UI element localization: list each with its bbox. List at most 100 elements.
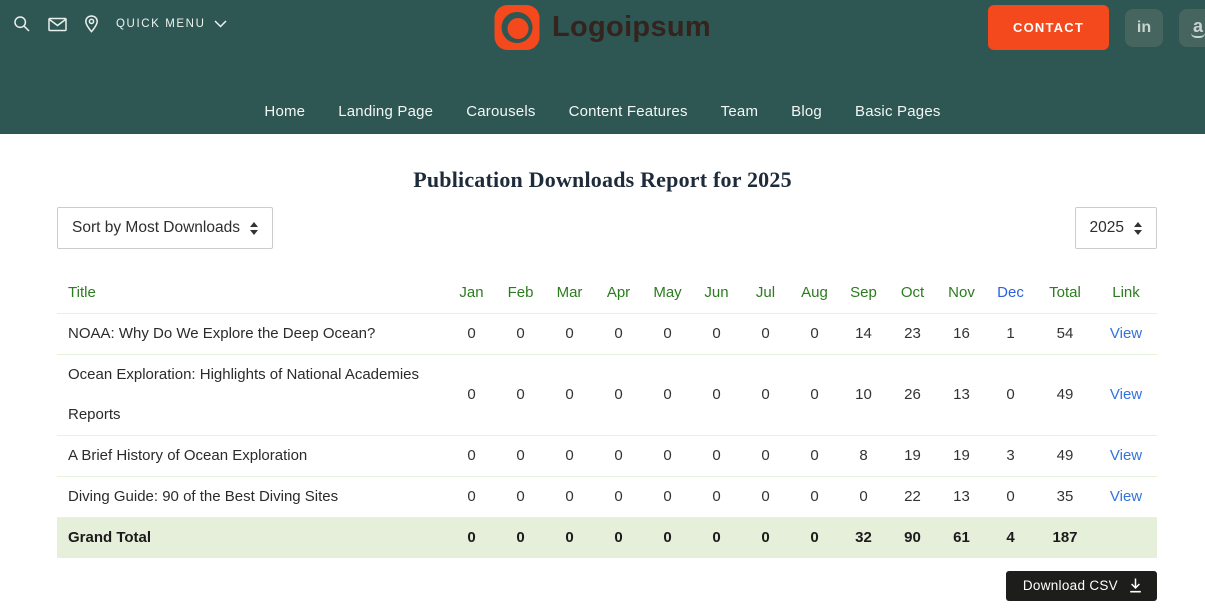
quick-menu-label: QUICK MENU — [116, 18, 205, 30]
amazon-smile — [1191, 33, 1205, 38]
row-link-cell: View — [1095, 314, 1157, 355]
month-value: 0 — [741, 314, 790, 355]
month-value: 13 — [937, 477, 986, 518]
month-value: 19 — [937, 436, 986, 477]
row-total: 49 — [1035, 355, 1095, 436]
mail-icon[interactable] — [48, 17, 67, 32]
grand-month-value: 0 — [447, 518, 496, 559]
table-row: Diving Guide: 90 of the Best Diving Site… — [57, 477, 1157, 518]
row-total: 49 — [1035, 436, 1095, 477]
month-value: 0 — [496, 355, 545, 436]
nav-item-home[interactable]: Home — [264, 103, 305, 120]
view-link[interactable]: View — [1110, 386, 1142, 403]
linkedin-icon[interactable]: in — [1125, 9, 1163, 47]
col-header-oct: Oct — [888, 273, 937, 314]
month-value: 0 — [496, 436, 545, 477]
month-value: 0 — [692, 314, 741, 355]
row-total: 35 — [1035, 477, 1095, 518]
contact-button[interactable]: CONTACT — [988, 5, 1109, 50]
downloads-table: TitleJanFebMarAprMayJunJulAugSepOctNovDe… — [57, 273, 1157, 558]
nav-item-blog[interactable]: Blog — [791, 103, 822, 120]
month-value: 0 — [741, 355, 790, 436]
sort-select[interactable]: Sort by Most Downloads — [57, 207, 273, 249]
month-value: 3 — [986, 436, 1035, 477]
nav-item-landing-page[interactable]: Landing Page — [338, 103, 433, 120]
view-link[interactable]: View — [1110, 325, 1142, 342]
month-value: 0 — [594, 314, 643, 355]
grand-month-value: 0 — [790, 518, 839, 559]
month-value: 0 — [741, 436, 790, 477]
logo-icon — [494, 5, 539, 50]
month-value: 0 — [545, 477, 594, 518]
month-value: 0 — [447, 355, 496, 436]
nav-item-content-features[interactable]: Content Features — [569, 103, 688, 120]
main-nav: Home Landing Page Carousels Content Feature… — [0, 103, 1205, 121]
col-header-link: Link — [1095, 273, 1157, 314]
year-select[interactable]: 2025 — [1075, 207, 1157, 249]
month-value: 0 — [594, 477, 643, 518]
nav-item-carousels[interactable]: Carousels — [466, 103, 535, 120]
row-title: Diving Guide: 90 of the Best Diving Site… — [57, 477, 447, 518]
month-value: 0 — [447, 436, 496, 477]
month-value: 14 — [839, 314, 888, 355]
amazon-icon[interactable]: a — [1179, 9, 1205, 47]
view-link[interactable]: View — [1110, 447, 1142, 464]
month-value: 0 — [643, 477, 692, 518]
row-total: 54 — [1035, 314, 1095, 355]
month-value: 26 — [888, 355, 937, 436]
month-value: 13 — [937, 355, 986, 436]
search-icon[interactable] — [13, 15, 31, 33]
table-row: NOAA: Why Do We Explore the Deep Ocean?0… — [57, 314, 1157, 355]
col-header-aug: Aug — [790, 273, 839, 314]
year-select-value: 2025 — [1090, 219, 1124, 237]
month-value: 0 — [643, 314, 692, 355]
grand-month-value: 0 — [643, 518, 692, 559]
grand-month-value: 61 — [937, 518, 986, 559]
grand-month-value: 32 — [839, 518, 888, 559]
month-value: 22 — [888, 477, 937, 518]
month-value: 0 — [447, 314, 496, 355]
col-header-mar: Mar — [545, 273, 594, 314]
row-title: A Brief History of Ocean Exploration — [57, 436, 447, 477]
grand-month-value: 0 — [594, 518, 643, 559]
month-value: 0 — [790, 477, 839, 518]
logo[interactable]: Logoipsum — [494, 5, 711, 50]
col-header-jul: Jul — [741, 273, 790, 314]
month-value: 0 — [986, 477, 1035, 518]
nav-item-basic-pages[interactable]: Basic Pages — [855, 103, 941, 120]
grand-month-value: 0 — [545, 518, 594, 559]
report-controls: Sort by Most Downloads 2025 — [57, 207, 1157, 249]
download-icon — [1129, 578, 1142, 593]
month-value: 0 — [692, 436, 741, 477]
grand-month-value: 0 — [496, 518, 545, 559]
download-csv-button[interactable]: Download CSV — [1006, 571, 1157, 601]
table-header-row: TitleJanFebMarAprMayJunJulAugSepOctNovDe… — [57, 273, 1157, 314]
month-value: 0 — [545, 436, 594, 477]
grand-total-label: Grand Total — [57, 518, 447, 559]
row-link-cell: View — [1095, 436, 1157, 477]
col-header-jan: Jan — [447, 273, 496, 314]
location-icon[interactable] — [84, 15, 99, 33]
month-value: 0 — [790, 314, 839, 355]
grand-total-value: 187 — [1035, 518, 1095, 559]
month-value: 0 — [741, 477, 790, 518]
month-value: 0 — [790, 355, 839, 436]
grand-month-value: 90 — [888, 518, 937, 559]
row-title: Ocean Exploration: Highlights of Nationa… — [57, 355, 447, 436]
month-value: 0 — [594, 436, 643, 477]
quick-menu-button[interactable]: QUICK MENU — [116, 18, 227, 30]
month-value: 0 — [986, 355, 1035, 436]
nav-item-team[interactable]: Team — [721, 103, 758, 120]
month-value: 0 — [643, 355, 692, 436]
month-value: 0 — [496, 314, 545, 355]
col-header-dec: Dec — [986, 273, 1035, 314]
view-link[interactable]: View — [1110, 488, 1142, 505]
select-spinner-icon — [1134, 222, 1142, 235]
month-value: 0 — [692, 477, 741, 518]
topbar-actions-group: CONTACT in a — [988, 5, 1205, 50]
month-value: 0 — [496, 477, 545, 518]
col-header-may: May — [643, 273, 692, 314]
row-title: NOAA: Why Do We Explore the Deep Ocean? — [57, 314, 447, 355]
month-value: 23 — [888, 314, 937, 355]
col-header-feb: Feb — [496, 273, 545, 314]
